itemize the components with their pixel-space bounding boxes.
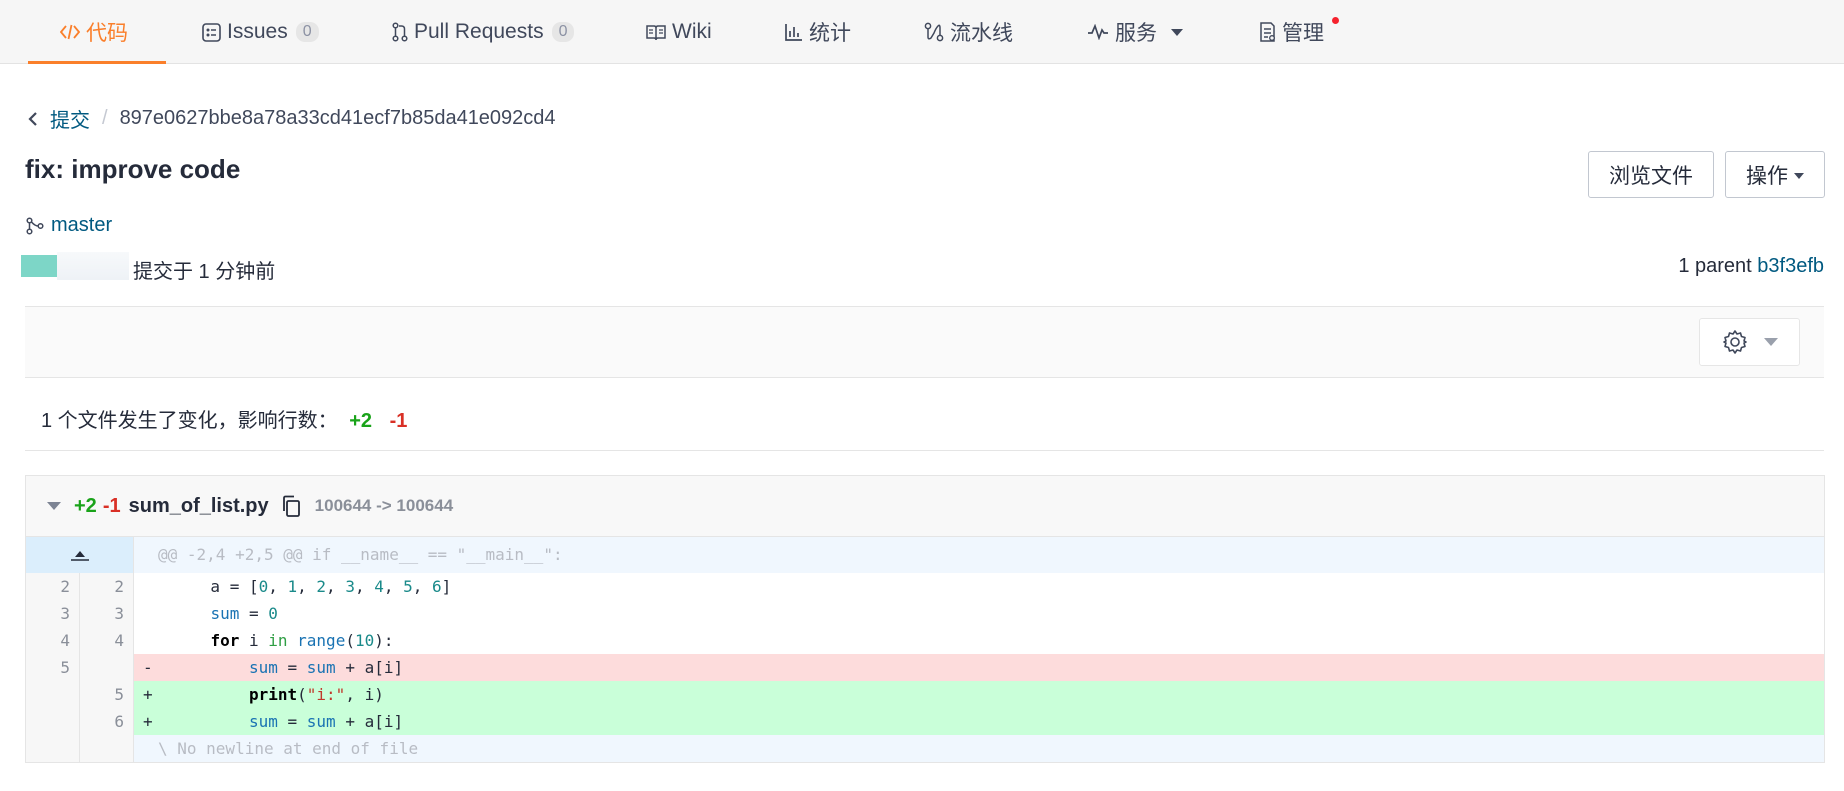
file-deletions: -1 (102, 494, 121, 517)
file-additions: +2 (74, 494, 97, 517)
diff-line-added: 5 + print("i:", i) (26, 681, 1824, 708)
issues-icon (202, 22, 221, 42)
diff-line-removed: 5 - sum = sum + a[i] (26, 654, 1824, 681)
browse-files-button[interactable]: 浏览文件 (1588, 151, 1714, 198)
old-line-number: 3 (26, 600, 80, 627)
parent-prefix: 1 parent (1678, 255, 1752, 277)
old-line-number (26, 735, 80, 762)
tab-wiki[interactable]: Wiki (646, 0, 712, 64)
parent-info: 1 parent b3f3efb (1678, 255, 1824, 278)
tab-services[interactable]: 服务 (1087, 0, 1183, 64)
diff-settings-button[interactable] (1699, 318, 1800, 366)
caret-down-icon (1763, 338, 1778, 346)
expand-up-icon[interactable] (26, 537, 134, 573)
repo-nav: 代码 Issues 0 Pull Requests 0 Wiki 统计 流水线 (0, 0, 1844, 64)
tab-stats[interactable]: 统计 (785, 0, 851, 64)
operations-dropdown[interactable]: 操作 (1725, 151, 1825, 198)
file-diff-header: +2 -1 sum_of_list.py 100644 -> 100644 (26, 476, 1824, 537)
old-line-number: 4 (26, 627, 80, 654)
new-line-number: 3 (80, 600, 134, 627)
no-newline-row: \ No newline at end of file (26, 735, 1824, 762)
hunk-header: @@ -2,4 +2,5 @@ if __name__ == "__main__… (134, 537, 1824, 573)
old-line-number (26, 681, 80, 708)
tab-pipeline[interactable]: 流水线 (924, 0, 1013, 64)
tab-manage-label: 管理 (1282, 22, 1324, 45)
caret-down-icon (1794, 172, 1804, 179)
change-summary: 1 个文件发生了变化，影响行数： +2 -1 (41, 404, 407, 433)
new-line-number: 5 (80, 681, 134, 708)
file-mode: 100644 -> 100644 (314, 496, 454, 515)
breadcrumb-separator: / (102, 107, 108, 129)
chevron-left-icon[interactable] (28, 106, 38, 132)
old-line-number: 2 (26, 573, 80, 600)
diff-line: 4 4 for i in range(10): (26, 627, 1824, 654)
book-icon (646, 24, 666, 41)
commit-title: fix: improve code (25, 154, 241, 184)
diff-line: 2 2 a = [0, 1, 2, 3, 4, 5, 6] (26, 573, 1824, 600)
old-line-number: 5 (26, 654, 80, 681)
pulse-icon (1087, 24, 1109, 40)
hunk-header-row: @@ -2,4 +2,5 @@ if __name__ == "__main__… (26, 537, 1824, 573)
divider (25, 450, 1824, 451)
breadcrumb: 提交 / 897e0627bbe8a78a33cd41ecf7b85da41e0… (28, 104, 556, 133)
summary-text: 1 个文件发生了变化，影响行数： (41, 410, 338, 432)
author-avatar[interactable] (21, 252, 129, 280)
operations-label: 操作 (1746, 164, 1788, 188)
copy-icon[interactable] (281, 495, 301, 517)
avatar-image (21, 255, 57, 277)
tab-pipeline-label: 流水线 (950, 22, 1013, 45)
code-line: + print("i:", i) (134, 681, 1824, 708)
manage-icon (1259, 22, 1276, 42)
code-line: for i in range(10): (210, 631, 394, 650)
new-line-number: 2 (80, 573, 134, 600)
new-line-number: 6 (80, 708, 134, 735)
code-line: a = [0, 1, 2, 3, 4, 5, 6] (143, 577, 452, 596)
browse-files-label: 浏览文件 (1609, 164, 1693, 188)
branch-icon (26, 216, 44, 235)
summary-deletions: -1 (389, 410, 408, 432)
tab-code-label: 代码 (86, 22, 128, 45)
summary-additions: +2 (349, 410, 373, 432)
branch-link[interactable]: master (26, 214, 112, 237)
new-line-number (80, 735, 134, 762)
branch-name: master (51, 214, 113, 236)
breadcrumb-sha: 897e0627bbe8a78a33cd41ecf7b85da41e092cd4 (119, 107, 556, 129)
code-icon (60, 23, 80, 41)
code-line: + sum = sum + a[i] (134, 708, 1824, 735)
issues-count: 0 (295, 22, 319, 42)
code-line: sum = 0 (210, 604, 278, 623)
file-diff: +2 -1 sum_of_list.py 100644 -> 100644 @@… (25, 475, 1825, 763)
commit-time: 提交于 1 分钟前 (133, 261, 276, 283)
new-line-number: 4 (80, 627, 134, 654)
diff-toolbar (25, 306, 1824, 378)
file-name[interactable]: sum_of_list.py (129, 495, 269, 518)
pull-request-icon (392, 22, 408, 42)
old-line-number (26, 708, 80, 735)
parent-sha-link[interactable]: b3f3efb (1757, 255, 1824, 277)
code-line: - sum = sum + a[i] (134, 654, 1824, 681)
chevron-down-icon (1171, 28, 1183, 36)
gear-icon (1722, 330, 1747, 354)
new-line-number (80, 654, 134, 681)
bar-chart-icon (785, 23, 803, 41)
tab-services-label: 服务 (1115, 22, 1157, 45)
tab-pull-requests-label: Pull Requests (414, 20, 544, 43)
tab-wiki-label: Wiki (672, 20, 712, 43)
diff-code: @@ -2,4 +2,5 @@ if __name__ == "__main__… (26, 537, 1824, 762)
breadcrumb-commits-link[interactable]: 提交 (50, 104, 90, 133)
tab-code[interactable]: 代码 (28, 0, 166, 64)
diff-line: 3 3 sum = 0 (26, 600, 1824, 627)
tab-manage[interactable]: 管理 (1259, 0, 1324, 64)
diff-line-added: 6 + sum = sum + a[i] (26, 708, 1824, 735)
tab-pull-requests[interactable]: Pull Requests 0 (392, 0, 575, 64)
pull-requests-count: 0 (551, 22, 575, 42)
notification-dot (1332, 17, 1339, 24)
no-newline-notice: \ No newline at end of file (134, 735, 1824, 762)
author-name-blurred (57, 252, 129, 280)
pipeline-icon (924, 22, 944, 42)
tab-issues-label: Issues (227, 20, 288, 43)
tab-issues[interactable]: Issues 0 (202, 0, 319, 64)
collapse-icon[interactable] (47, 502, 61, 510)
tab-stats-label: 统计 (809, 22, 851, 45)
